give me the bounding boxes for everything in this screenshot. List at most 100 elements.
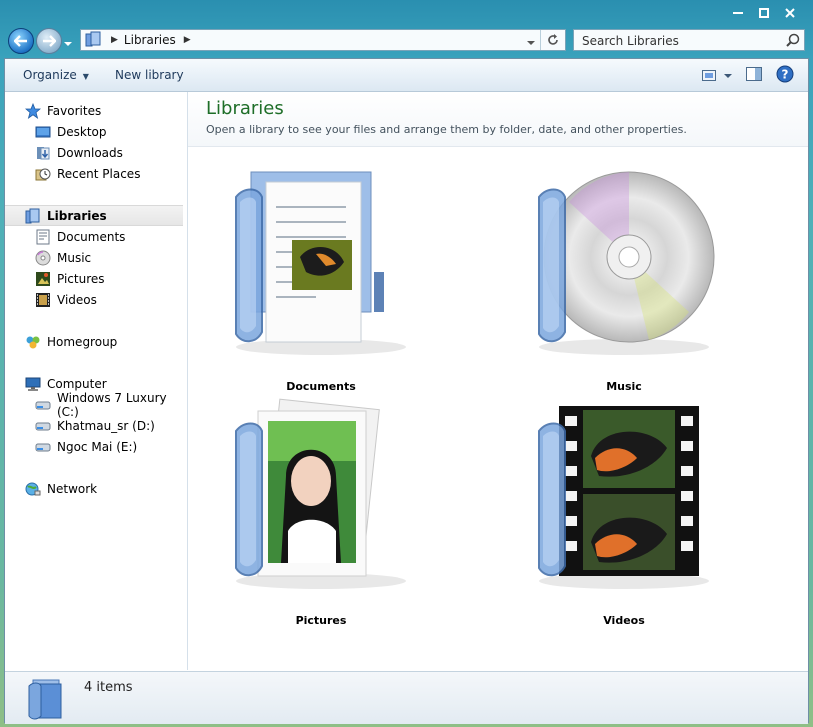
breadcrumb-libraries[interactable]: Libraries	[124, 33, 176, 47]
nav-network[interactable]: Network	[5, 478, 187, 499]
nav-videos-label: Videos	[57, 292, 97, 307]
computer-icon	[25, 376, 41, 392]
documents-library-icon	[235, 171, 406, 355]
view-controls: ?	[702, 65, 794, 86]
library-tile-videos[interactable]: Videos	[499, 396, 749, 627]
forward-button[interactable]	[36, 28, 62, 54]
close-button[interactable]	[779, 6, 801, 20]
downloads-icon	[35, 145, 51, 161]
library-tile-pictures[interactable]: Pictures	[196, 396, 446, 627]
refresh-button[interactable]	[540, 30, 565, 50]
breadcrumb-separator-icon[interactable]: ▶	[184, 35, 191, 45]
network-group: Network	[5, 478, 187, 499]
drive-icon	[35, 439, 51, 455]
nav-downloads[interactable]: Downloads	[5, 142, 187, 163]
nav-recent-places[interactable]: Recent Places	[5, 163, 187, 184]
library-tile-pictures-label: Pictures	[295, 614, 347, 627]
breadcrumb-separator-icon: ▶	[111, 35, 118, 45]
favorites-group: Favorites Desktop Downloads Recent Place…	[5, 100, 187, 184]
library-tile-videos-label: Videos	[603, 614, 645, 627]
back-button[interactable]	[8, 28, 34, 54]
nav-drive-d[interactable]: Khatmau_sr (D:)	[5, 415, 187, 436]
organize-label: Organize	[23, 68, 77, 82]
item-count: 4 items	[84, 680, 133, 695]
nav-favorites[interactable]: Favorites	[5, 100, 187, 121]
nav-drive-e-label: Ngoc Mai (E:)	[57, 439, 138, 454]
nav-desktop-label: Desktop	[57, 124, 107, 139]
libraries-icon	[25, 208, 41, 224]
preview-pane-icon	[746, 67, 762, 81]
page-description: Open a library to see your files and arr…	[206, 123, 687, 136]
nav-recent-places-label: Recent Places	[57, 166, 141, 181]
change-view-button[interactable]	[702, 70, 732, 81]
forward-arrow-icon	[43, 35, 56, 47]
content-frame: Organize ▼ New library ? Favorites Deskt…	[4, 58, 809, 724]
library-tile-documents-label: Documents	[286, 380, 356, 393]
caption-buttons	[727, 6, 801, 20]
library-tile-documents[interactable]: Documents	[196, 162, 446, 393]
minimize-icon	[733, 12, 743, 14]
nav-drive-e[interactable]: Ngoc Mai (E:)	[5, 436, 187, 457]
command-bar: Organize ▼ New library ?	[5, 59, 808, 92]
details-pane: 4 items	[5, 671, 808, 724]
homegroup-icon	[25, 334, 41, 350]
nav-favorites-label: Favorites	[47, 103, 102, 118]
chevron-down-icon	[527, 41, 535, 45]
page-title: Libraries	[206, 98, 284, 119]
videos-icon	[35, 292, 51, 308]
homegroup-group: Homegroup	[5, 331, 187, 352]
preview-pane-button[interactable]	[746, 67, 762, 84]
title-bar	[0, 0, 813, 26]
new-library-button[interactable]: New library	[115, 68, 184, 82]
search-icon[interactable]	[786, 33, 800, 50]
nav-drive-d-label: Khatmau_sr (D:)	[57, 418, 155, 433]
nav-homegroup[interactable]: Homegroup	[5, 331, 187, 352]
recent-pages-dropdown[interactable]	[64, 36, 74, 46]
libraries-group: Libraries Documents Music Pictures Video…	[5, 205, 187, 310]
network-icon	[25, 481, 41, 497]
nav-desktop[interactable]: Desktop	[5, 121, 187, 142]
search-input[interactable]	[580, 31, 784, 51]
chevron-down-icon: ▼	[82, 72, 89, 81]
address-bar[interactable]: ▶ Libraries ▶	[80, 29, 566, 51]
drive-icon	[35, 418, 51, 434]
documents-icon	[35, 229, 51, 245]
nav-music-label: Music	[57, 250, 92, 265]
recent-places-icon	[35, 166, 51, 182]
drive-icon	[35, 397, 51, 413]
nav-pictures-label: Pictures	[57, 271, 105, 286]
nav-videos[interactable]: Videos	[5, 289, 187, 310]
chevron-down-icon	[724, 73, 732, 78]
libraries-large-icon	[28, 679, 62, 720]
nav-libraries[interactable]: Libraries	[5, 205, 183, 226]
desktop-icon	[35, 124, 51, 140]
libraries-pane: Libraries Open a library to see your fil…	[188, 92, 808, 670]
nav-documents-label: Documents	[57, 229, 126, 244]
nav-drive-c[interactable]: Windows 7 Luxury (C:)	[5, 391, 187, 419]
music-library-icon	[538, 171, 715, 355]
nav-libraries-label: Libraries	[47, 208, 107, 223]
organize-button[interactable]: Organize ▼	[23, 68, 89, 82]
pictures-library-icon	[235, 398, 406, 589]
nav-network-label: Network	[47, 481, 98, 496]
maximize-button[interactable]	[753, 6, 775, 20]
nav-homegroup-label: Homegroup	[47, 334, 118, 349]
library-tile-music[interactable]: Music	[499, 162, 749, 393]
view-icon	[702, 70, 716, 81]
nav-documents[interactable]: Documents	[5, 226, 187, 247]
nav-pictures[interactable]: Pictures	[5, 268, 187, 289]
help-icon: ?	[776, 65, 794, 83]
maximize-icon	[759, 8, 769, 18]
nav-downloads-label: Downloads	[57, 145, 123, 160]
navigation-pane: Favorites Desktop Downloads Recent Place…	[5, 92, 188, 670]
minimize-button[interactable]	[727, 6, 749, 20]
search-box	[573, 29, 805, 51]
chevron-down-icon	[64, 42, 72, 46]
pictures-icon	[35, 271, 51, 287]
navigation-bar: ▶ Libraries ▶	[0, 26, 813, 56]
nav-music[interactable]: Music	[5, 247, 187, 268]
help-button[interactable]: ?	[776, 65, 794, 86]
nav-computer-label: Computer	[47, 376, 107, 391]
music-icon	[35, 250, 51, 266]
address-dropdown-button[interactable]	[527, 35, 535, 49]
